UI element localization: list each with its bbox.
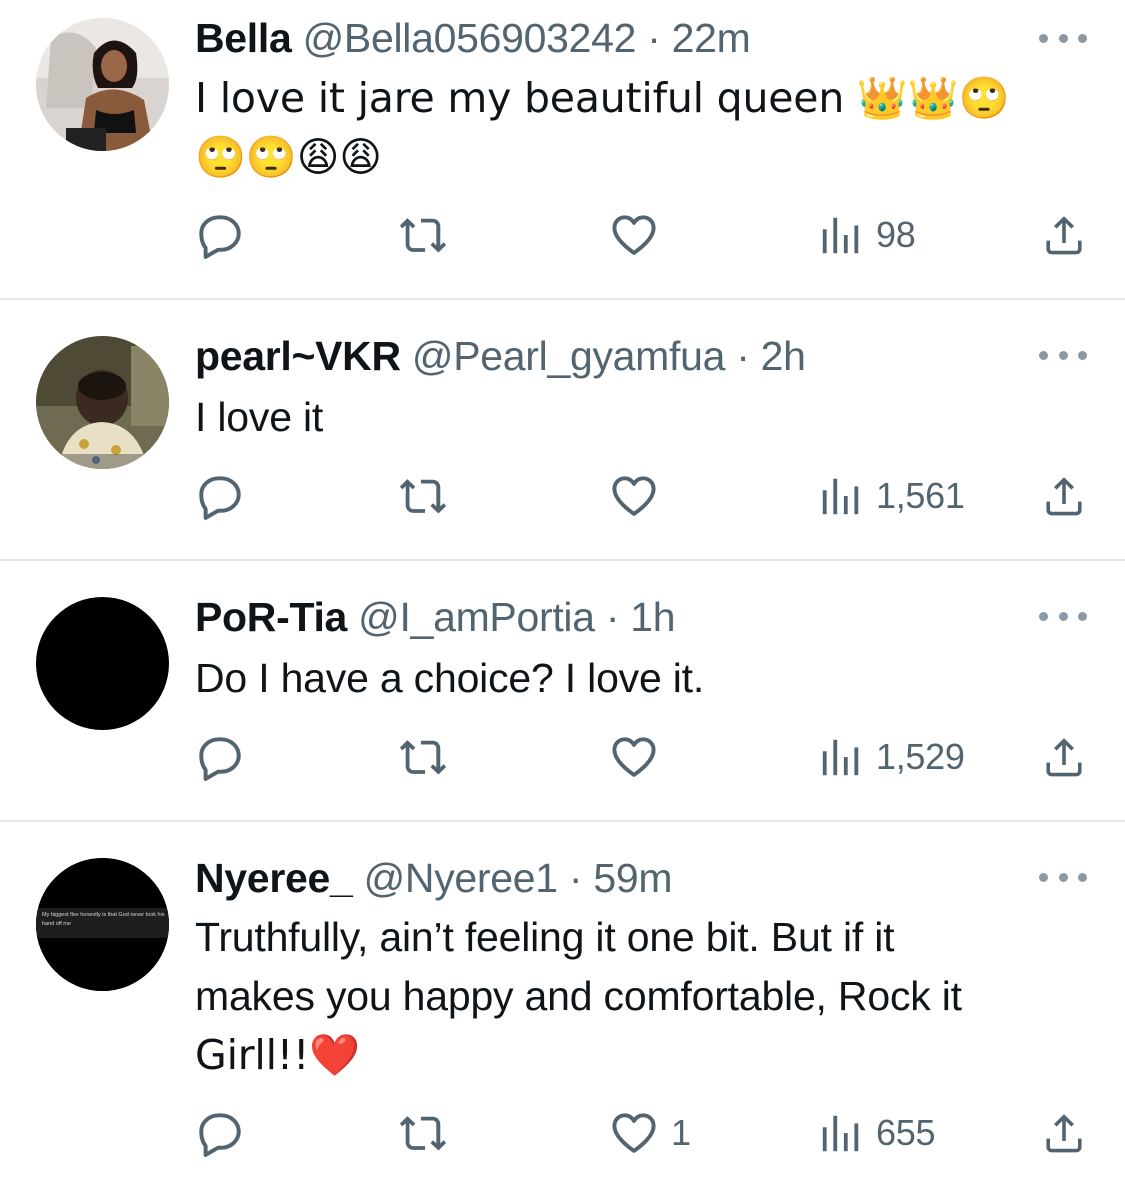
analytics-icon <box>818 1110 864 1156</box>
views-button[interactable]: 1,561 <box>818 471 965 521</box>
tweet-text-line-1: Truthfully, ain’t feeling it one bit. Bu… <box>195 914 895 960</box>
separator-dot: · <box>736 333 750 379</box>
reply-tweet-2[interactable]: pearl~VKR @Pearl_gyamfua · 2h I love it … <box>0 300 1125 559</box>
retweet-button[interactable] <box>398 471 460 521</box>
tweet-text: I love it jare my beautiful queen 👑👑🙄 🙄🙄… <box>195 69 1085 187</box>
user-handle[interactable]: @Bella056903242 <box>303 15 637 61</box>
more-options-icon[interactable] <box>1039 348 1087 362</box>
share-button[interactable] <box>1040 210 1088 260</box>
analytics-icon <box>818 212 864 258</box>
view-count: 98 <box>876 214 916 255</box>
tweet-text: Truthfully, ain’t feeling it one bit. Bu… <box>195 908 1085 1085</box>
timestamp[interactable]: 2h <box>761 333 806 379</box>
timestamp[interactable]: 1h <box>630 594 675 640</box>
tweet-header: pearl~VKR @Pearl_gyamfua · 2h <box>195 331 806 381</box>
reply-icon <box>195 1108 245 1158</box>
share-button[interactable] <box>1040 471 1088 521</box>
view-count: 1,529 <box>876 736 965 777</box>
action-bar: 1 655 <box>0 1108 1125 1158</box>
display-name[interactable]: Nyeree_ <box>195 855 353 901</box>
avatar[interactable] <box>36 597 169 730</box>
reply-button[interactable] <box>195 471 257 521</box>
views-button[interactable]: 1,529 <box>818 732 965 782</box>
retweet-icon <box>398 732 448 782</box>
heart-icon <box>609 732 659 782</box>
photo-avatar-icon <box>36 18 169 151</box>
reply-button[interactable] <box>195 1108 257 1158</box>
action-bar: 1,561 <box>0 471 1125 521</box>
display-name[interactable]: PoR-Tia <box>195 594 347 640</box>
reply-icon <box>195 471 245 521</box>
heart-icon <box>609 210 659 260</box>
tweet-text: I love it <box>195 388 1085 447</box>
tweet-text-line-1: I love it <box>195 394 324 440</box>
reply-button[interactable] <box>195 732 257 782</box>
views-button[interactable]: 655 <box>818 1108 935 1158</box>
display-name[interactable]: Bella <box>195 15 292 61</box>
tweet-text-line-2: makes you happy and comfortable, Rock it <box>195 973 962 1019</box>
reply-tweet-3[interactable]: PoR-Tia @I_amPortia · 1h Do I have a cho… <box>0 561 1125 820</box>
heart-icon <box>609 471 659 521</box>
tweet-text-line-1: Do I have a choice? I love it. <box>195 655 705 701</box>
reply-tweet-4[interactable]: My biggest flex honestly is that God nev… <box>0 822 1125 1179</box>
share-icon <box>1040 211 1088 259</box>
retweet-button[interactable] <box>398 1108 460 1158</box>
user-handle[interactable]: @Nyeree1 <box>364 855 559 901</box>
photo-avatar-icon <box>36 336 169 469</box>
reply-button[interactable] <box>195 210 257 260</box>
share-icon <box>1040 733 1088 781</box>
timestamp[interactable]: 22m <box>672 15 751 61</box>
action-bar: 98 <box>0 210 1125 260</box>
reply-icon <box>195 732 245 782</box>
tweet-header: Nyeree_ @Nyeree1 · 59m <box>195 853 672 903</box>
like-count: 1 <box>671 1112 691 1153</box>
share-icon <box>1040 1109 1088 1157</box>
retweet-icon <box>398 471 448 521</box>
more-options-icon[interactable] <box>1039 609 1087 623</box>
tweet-text-line-1: I love it jare my beautiful queen 👑👑🙄 <box>195 74 1010 122</box>
reply-icon <box>195 210 245 260</box>
separator-dot: · <box>647 15 661 61</box>
timestamp[interactable]: 59m <box>593 855 672 901</box>
tweet-text-line-2: 🙄🙄😩😩 <box>195 133 382 181</box>
display-name[interactable]: pearl~VKR <box>195 333 401 379</box>
tweet-text-line-3: Girll!!❤️ <box>195 1031 361 1079</box>
tweet-header: Bella @Bella056903242 · 22m <box>195 13 751 63</box>
black-avatar-icon <box>36 597 169 730</box>
like-button[interactable] <box>609 210 671 260</box>
action-bar: 1,529 <box>0 732 1125 782</box>
separator-dot: · <box>568 855 583 901</box>
analytics-icon <box>818 473 864 519</box>
share-icon <box>1040 472 1088 520</box>
heart-icon <box>609 1108 659 1158</box>
view-count: 1,561 <box>876 475 965 516</box>
share-button[interactable] <box>1040 1108 1088 1158</box>
more-options-icon[interactable] <box>1039 870 1087 884</box>
share-button[interactable] <box>1040 732 1088 782</box>
tweet-text: Do I have a choice? I love it. <box>195 649 1085 708</box>
analytics-icon <box>818 734 864 780</box>
separator-dot: · <box>605 594 620 640</box>
like-button[interactable] <box>609 732 671 782</box>
views-button[interactable]: 98 <box>818 210 916 260</box>
tweet-header: PoR-Tia @I_amPortia · 1h <box>195 592 676 642</box>
user-handle[interactable]: @I_amPortia <box>358 594 595 640</box>
reply-tweet-1[interactable]: Bella @Bella056903242 · 22m I love it ja… <box>0 0 1125 298</box>
more-options-icon[interactable] <box>1039 31 1087 45</box>
user-handle[interactable]: @Pearl_gyamfua <box>412 333 726 379</box>
like-button[interactable]: 1 <box>609 1108 691 1158</box>
retweet-icon <box>398 210 448 260</box>
view-count: 655 <box>876 1112 936 1153</box>
avatar[interactable]: My biggest flex honestly is that God nev… <box>36 858 169 991</box>
avatar-caption: My biggest flex honestly is that God nev… <box>42 912 165 927</box>
retweet-button[interactable] <box>398 732 460 782</box>
retweet-icon <box>398 1108 448 1158</box>
retweet-button[interactable] <box>398 210 460 260</box>
avatar[interactable] <box>36 336 169 469</box>
avatar[interactable] <box>36 18 169 151</box>
like-button[interactable] <box>609 471 671 521</box>
